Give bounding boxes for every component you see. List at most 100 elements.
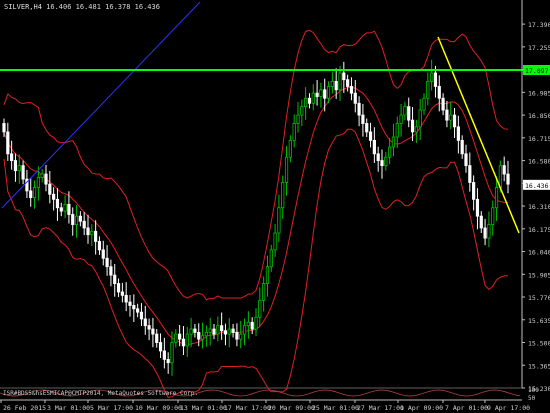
- blue-trendline[interactable]: [1, 1, 201, 209]
- candle-body: [342, 72, 346, 81]
- time-tick-label: 20 Mar 09:00: [268, 404, 315, 412]
- candle-body: [29, 190, 33, 199]
- candle-body: [338, 72, 342, 91]
- candle-body: [399, 114, 403, 124]
- candle-body: [48, 183, 52, 195]
- candle-body: [422, 97, 426, 111]
- candle-body: [326, 86, 331, 99]
- candle-body: [44, 173, 48, 185]
- time-tick-label: 5 Mar 17:00: [90, 404, 133, 412]
- candle-body: [433, 72, 438, 87]
- candle-body: [36, 177, 40, 188]
- candle-body: [288, 139, 292, 158]
- candle-body: [315, 92, 319, 97]
- candle-body: [368, 131, 373, 141]
- candle-body: [441, 97, 445, 111]
- copyright-text: ISR#BDS5&hsESMICAP@CMTP2014, MetaQuotes …: [3, 390, 199, 397]
- price-chart[interactable]: 17.39017.25517.12016.98516.85016.71516.5…: [0, 0, 550, 413]
- candle-body: [506, 173, 510, 185]
- candle-body: [128, 301, 132, 306]
- candle-body: [116, 283, 121, 293]
- candle-body: [178, 333, 182, 340]
- candle-body: [78, 215, 82, 222]
- candle-body: [174, 333, 178, 343]
- time-tick-label: 3 Mar 01:00: [47, 404, 90, 412]
- candle-body: [220, 325, 224, 332]
- time-tick-label: 27 Mar 17:00: [357, 404, 404, 412]
- candle-body: [468, 165, 472, 183]
- candle-body: [426, 80, 430, 99]
- candle-body: [319, 89, 323, 97]
- price-tick-label: 15.500: [528, 340, 550, 348]
- candle-body: [269, 249, 273, 268]
- candle-body: [284, 156, 289, 183]
- price-tick-label: 15.770: [528, 294, 550, 302]
- candle-body: [189, 328, 193, 335]
- candle-body: [494, 187, 499, 209]
- candle-body: [52, 193, 56, 200]
- candle-body: [166, 358, 170, 364]
- candle-body: [449, 114, 453, 121]
- candle-body: [94, 230, 98, 242]
- candle-body: [113, 274, 117, 284]
- candle-body: [281, 182, 285, 209]
- candle-body: [456, 126, 460, 141]
- candle-body: [193, 328, 197, 333]
- candle-body: [307, 97, 312, 104]
- candle-body: [59, 207, 63, 212]
- price-tick-label: 16.175: [528, 226, 550, 234]
- candle-body: [265, 266, 270, 284]
- indicator-tick-label: 100: [528, 387, 539, 394]
- candle-body: [2, 123, 6, 133]
- candle-body: [139, 311, 144, 320]
- candle-body: [418, 109, 422, 128]
- time-tick-label: 1 Apr 09:00: [400, 404, 443, 412]
- candle-body: [231, 328, 235, 333]
- price-tick-label: 16.580: [528, 158, 550, 166]
- chart-window[interactable]: 17.39017.25517.12016.98516.85016.71516.5…: [0, 0, 550, 413]
- candle-body: [40, 173, 44, 178]
- candle-body: [90, 230, 94, 236]
- time-tick-label: 7 Apr 01:00: [445, 404, 488, 412]
- price-tick-label: 17.390: [528, 21, 550, 29]
- time-tick-label: 10 Mar 09:00: [135, 404, 182, 412]
- candle-body: [479, 215, 483, 229]
- candle-body: [258, 299, 262, 318]
- price-tick-label: 16.850: [528, 112, 550, 120]
- candle-body: [403, 106, 407, 116]
- candle-body: [216, 325, 220, 335]
- candle-body: [151, 328, 155, 335]
- price-tick-label: 17.255: [528, 44, 550, 52]
- grid: [0, 0, 523, 401]
- candle-body: [365, 123, 369, 133]
- candle-body: [86, 227, 90, 236]
- candle-body: [300, 106, 304, 116]
- candle-body: [487, 224, 491, 239]
- green-level-label: 17.097: [525, 67, 549, 75]
- candle-body: [452, 114, 457, 128]
- candle-body: [472, 182, 476, 200]
- candle-body: [277, 207, 281, 234]
- price-tick-label: 15.365: [528, 362, 550, 370]
- indicator-tick-label: 50: [528, 395, 536, 402]
- candle-body: [223, 330, 228, 335]
- candle-body: [292, 123, 296, 141]
- candle-body: [491, 207, 495, 225]
- price-tick-label: 16.985: [528, 89, 550, 97]
- candle-body: [246, 321, 250, 327]
- price-axis: 17.39017.25517.12016.98516.85016.71516.5…: [522, 21, 550, 402]
- candle-body: [414, 126, 418, 133]
- band-lower: [3, 128, 509, 399]
- candle-body: [200, 335, 205, 340]
- candle-body: [262, 283, 266, 301]
- time-tick-label: 26 Feb 2015: [3, 404, 46, 412]
- candle-body: [460, 139, 464, 155]
- ohlc-values: 16.406 16.481 16.378 16.436: [46, 3, 160, 11]
- candle-body: [208, 328, 212, 333]
- candle-body: [311, 92, 315, 104]
- price-tick-label: 15.635: [528, 317, 550, 325]
- price-tick-label: 15.905: [528, 271, 550, 279]
- candle-body: [361, 114, 365, 124]
- time-tick-label: 17 Mar 17:00: [224, 404, 271, 412]
- candle-body: [63, 203, 67, 212]
